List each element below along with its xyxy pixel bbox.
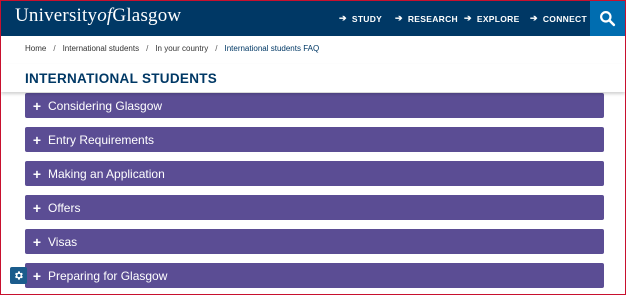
search-button[interactable] — [590, 1, 625, 36]
accordion-label: Offers — [48, 200, 81, 215]
plus-icon: + — [32, 131, 42, 148]
accordion-label: Considering Glasgow — [48, 98, 163, 113]
arrow-right-icon: ➔ — [395, 13, 403, 23]
arrow-right-icon: ➔ — [530, 13, 538, 23]
plus-icon: + — [32, 199, 42, 216]
breadcrumb-home[interactable]: Home — [25, 44, 46, 53]
logo-glasgow: Glasgow — [112, 5, 182, 26]
accordion-offers[interactable]: + Offers — [25, 195, 604, 220]
breadcrumb-separator: / — [215, 44, 218, 53]
logo-of: of — [97, 5, 113, 26]
nav-study[interactable]: ➔ STUDY — [339, 1, 382, 36]
accordion-label: Entry Requirements — [48, 132, 155, 147]
accordion-label: Preparing for Glasgow — [48, 268, 168, 283]
breadcrumb-separator: / — [146, 44, 149, 53]
accordion-label: Visas — [48, 234, 78, 249]
accordion-label: Making an Application — [48, 166, 165, 181]
nav-study-label: STUDY — [351, 13, 383, 24]
arrow-right-icon: ➔ — [339, 13, 347, 23]
accordion-visas[interactable]: + Visas — [25, 229, 604, 254]
breadcrumb-international-students[interactable]: International students — [63, 44, 140, 53]
nav-explore-label: EXPLORE — [476, 13, 520, 24]
page-title: INTERNATIONAL STUDENTS — [25, 71, 218, 86]
breadcrumb-bar: Home / International students / In your coun… — [1, 36, 625, 65]
search-icon — [600, 11, 616, 27]
accordion-considering-glasgow[interactable]: + Considering Glasgow — [25, 93, 604, 118]
cookie-settings-button[interactable] — [10, 267, 27, 284]
faq-accordion-list: + Considering Glasgow + Entry Requiremen… — [1, 92, 625, 294]
accordion-making-an-application[interactable]: + Making an Application — [25, 161, 604, 186]
nav-connect[interactable]: ➔ CONNECT — [530, 1, 587, 36]
arrow-right-icon: ➔ — [464, 13, 472, 23]
breadcrumb-current[interactable]: International students FAQ — [224, 44, 319, 53]
top-header: UniversityofGlasgow ➔ STUDY ➔ RESEARCH ➔… — [1, 1, 625, 36]
breadcrumb: Home / International students / In your coun… — [25, 44, 319, 53]
gear-icon — [15, 271, 23, 280]
accordion-preparing-for-glasgow[interactable]: + Preparing for Glasgow — [25, 263, 604, 288]
plus-icon: + — [32, 97, 42, 114]
nav-explore[interactable]: ➔ EXPLORE — [464, 1, 520, 36]
plus-icon: + — [32, 233, 42, 250]
accordion-entry-requirements[interactable]: + Entry Requirements — [25, 127, 604, 152]
nav-research[interactable]: ➔ RESEARCH — [395, 1, 458, 36]
logo-university: University — [15, 5, 98, 26]
nav-research-label: RESEARCH — [407, 13, 458, 24]
nav-connect-label: CONNECT — [542, 13, 587, 24]
section-header: INTERNATIONAL STUDENTS — [1, 64, 625, 92]
breadcrumb-in-your-country[interactable]: In your country — [155, 44, 208, 53]
plus-icon: + — [32, 267, 42, 284]
breadcrumb-separator: / — [53, 44, 56, 53]
plus-icon: + — [32, 165, 42, 182]
university-logo[interactable]: UniversityofGlasgow — [15, 5, 181, 27]
page-frame: UniversityofGlasgow ➔ STUDY ➔ RESEARCH ➔… — [0, 0, 626, 295]
